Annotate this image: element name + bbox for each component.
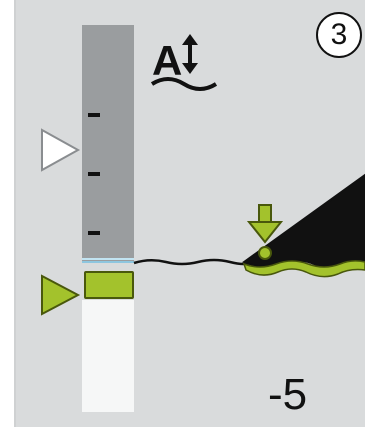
green-triangle-marker[interactable] (41, 274, 81, 316)
depth-readout: -5 (268, 370, 308, 419)
contact-point (258, 246, 272, 260)
text-height-adjust-icon[interactable]: A (150, 34, 218, 91)
white-triangle-marker[interactable] (41, 128, 81, 172)
depth-illustration: A (41, 34, 365, 316)
down-arrow-icon (246, 204, 284, 244)
water-wave-line (133, 258, 251, 266)
step-number: 3 (330, 18, 348, 51)
svg-text:A: A (152, 37, 182, 84)
step-number-badge: 3 (316, 12, 362, 58)
